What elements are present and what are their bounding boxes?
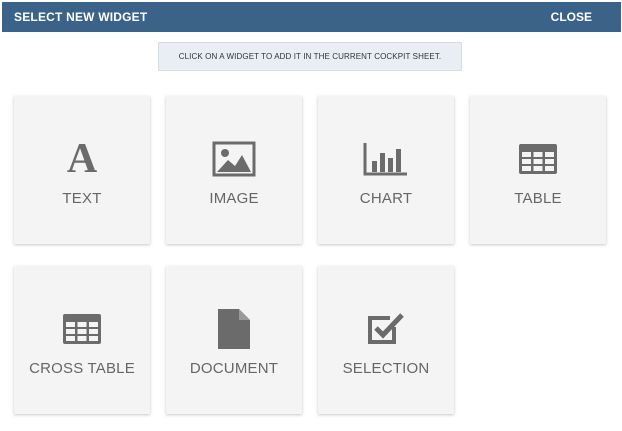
widget-tile-cross-table[interactable]: CROSS TABLE <box>14 266 150 414</box>
widget-label-chart: CHART <box>359 190 413 207</box>
document-icon <box>211 309 257 349</box>
widget-label-image: IMAGE <box>209 190 259 207</box>
widget-tile-image[interactable]: IMAGE <box>166 96 302 244</box>
checkbox-icon <box>363 310 409 348</box>
widget-tile-text[interactable]: A TEXT <box>14 96 150 244</box>
widget-label-table: TABLE <box>514 190 562 207</box>
close-button[interactable]: CLOSE <box>551 10 592 24</box>
image-icon <box>211 140 257 178</box>
widget-tile-table[interactable]: TABLE <box>470 96 606 244</box>
cross-table-icon <box>59 310 105 348</box>
widget-tile-document[interactable]: DOCUMENT <box>166 266 302 414</box>
widget-label-cross-table: CROSS TABLE <box>29 360 135 377</box>
widget-tile-selection[interactable]: SELECTION <box>318 266 454 414</box>
widget-tile-chart[interactable]: CHART <box>318 96 454 244</box>
widget-label-selection: SELECTION <box>342 360 430 377</box>
dialog-title: SELECT NEW WIDGET <box>14 10 148 24</box>
widget-label-document: DOCUMENT <box>189 360 279 377</box>
widget-label-text: TEXT <box>62 190 102 207</box>
text-a-icon: A <box>66 136 98 182</box>
dialog-header: SELECT NEW WIDGET CLOSE <box>2 2 621 32</box>
bar-chart-icon <box>363 140 409 178</box>
table-icon <box>515 140 561 178</box>
select-widget-dialog: SELECT NEW WIDGET CLOSE CLICK ON A WIDGE… <box>0 0 622 431</box>
instruction-hint: CLICK ON A WIDGET TO ADD IT IN THE CURRE… <box>158 42 462 71</box>
